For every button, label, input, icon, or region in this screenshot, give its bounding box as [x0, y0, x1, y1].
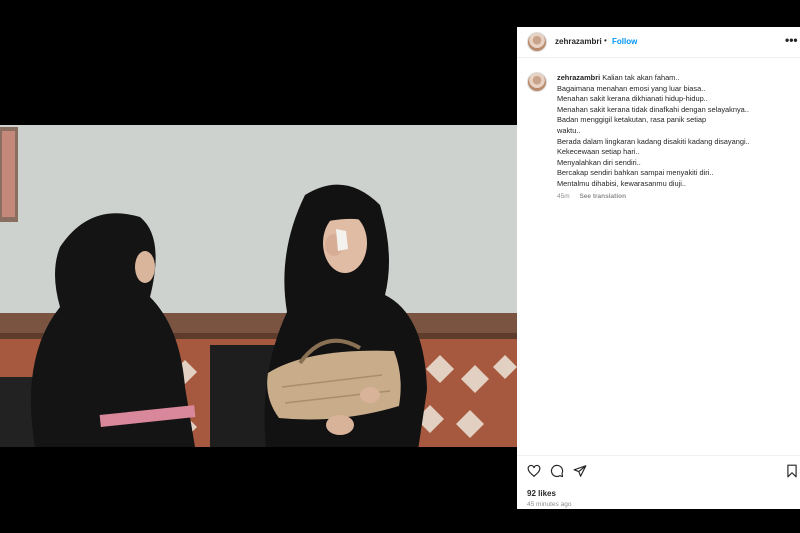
heart-icon[interactable] [527, 464, 541, 478]
follow-button[interactable]: Follow [612, 37, 637, 46]
caption-meta: 45m See translation [557, 193, 626, 200]
caption-line: Menyalahkan diri sendiri.. [557, 157, 641, 167]
more-options-icon[interactable]: ••• [785, 33, 798, 47]
caption-text: Kalian tak akan faham.. [602, 73, 680, 82]
photo-illustration [0, 125, 517, 447]
post-actions: 92 likes 45 minutes ago [517, 455, 800, 510]
caption-line: Menahan sakit kerana dikhianati hidup-hi… [557, 94, 708, 104]
caption-line: waktu.. [557, 125, 581, 135]
caption-line: Kekecewaan setiap hari.. [557, 147, 640, 157]
likes-count[interactable]: 92 likes [527, 489, 556, 498]
caption-line: Berada dalam lingkaran kadang disakiti k… [557, 136, 750, 146]
header-username[interactable]: zehrazambri [555, 37, 602, 46]
caption-line: Bercakap sendiri bahkan sampai menyakiti… [557, 168, 714, 178]
caption-line: Menahan sakit kerana tidak dinafkahi den… [557, 104, 749, 114]
caption-line: Mentalmu dihabisi, kewarasanmu diuji.. [557, 178, 686, 188]
comment-icon[interactable] [550, 464, 564, 478]
avatar[interactable] [527, 32, 547, 52]
post-header: zehrazambri • Follow ••• [517, 27, 800, 58]
caption-line: Badan menggigil ketakutan, rasa panik se… [557, 115, 707, 125]
caption-username[interactable]: zehrazambri [557, 73, 600, 82]
separator-dot: • [604, 36, 607, 45]
post-photo[interactable] [0, 125, 517, 447]
post-media-area [0, 0, 517, 533]
caption-first-line: zehrazambri Kalian tak akan faham.. [557, 73, 793, 84]
post-timestamp: 45 minutes ago [527, 501, 572, 508]
see-translation-link[interactable]: See translation [579, 193, 626, 200]
share-icon[interactable] [573, 464, 587, 478]
bookmark-icon[interactable] [785, 464, 799, 478]
caption-time[interactable]: 45m [557, 193, 570, 200]
post-side-panel: zehrazambri • Follow ••• zehrazambri Kal… [517, 27, 800, 509]
caption-line: Bagaimana menahan emosi yang luar biasa.… [557, 83, 706, 93]
post-caption: zehrazambri Kalian tak akan faham.. Baga… [557, 73, 793, 190]
caption-avatar[interactable] [527, 72, 547, 92]
